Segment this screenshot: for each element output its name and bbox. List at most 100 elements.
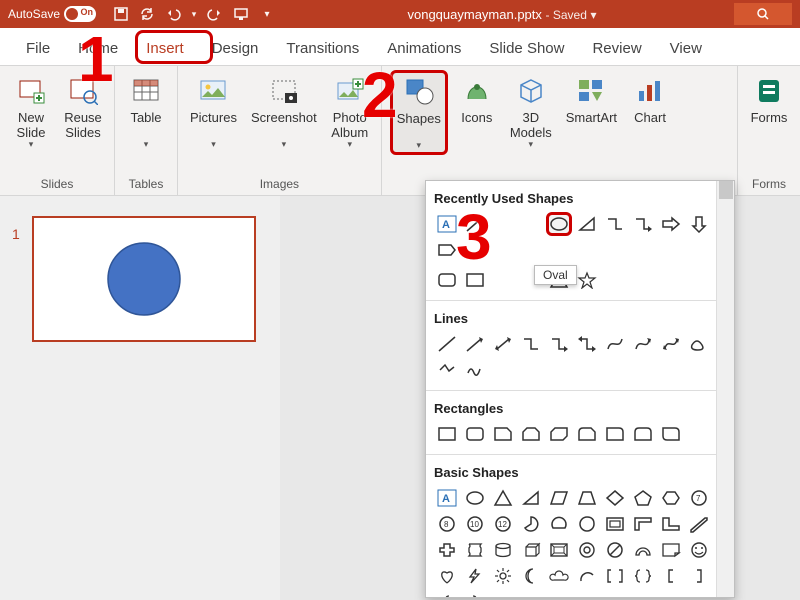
basic-trapezoid[interactable]	[574, 486, 600, 510]
basic-folded-corner[interactable]	[658, 538, 684, 562]
basic-left-brace[interactable]	[434, 590, 460, 598]
shape-rounded-rect[interactable]	[434, 268, 460, 292]
autosave-toggle[interactable]: On	[64, 6, 96, 22]
basic-left-bracket[interactable]	[658, 564, 684, 588]
rect-rounded[interactable]	[462, 422, 488, 446]
undo-dropdown-icon[interactable]: ▾	[190, 5, 198, 23]
line-freeform-closed[interactable]	[686, 332, 712, 356]
tab-animations[interactable]: Animations	[373, 34, 475, 65]
basic-donut[interactable]	[574, 538, 600, 562]
basic-teardrop[interactable]	[574, 512, 600, 536]
basic-brace-pair[interactable]	[630, 564, 656, 588]
rect-round2[interactable]	[630, 422, 656, 446]
basic-oval[interactable]	[462, 486, 488, 510]
basic-plus[interactable]	[434, 538, 460, 562]
chart-button[interactable]: Chart	[627, 70, 673, 125]
basic-plaque[interactable]	[462, 538, 488, 562]
basic-lshape[interactable]	[658, 512, 684, 536]
basic-bracket-pair[interactable]	[602, 564, 628, 588]
basic-blockarc[interactable]	[630, 538, 656, 562]
3d-models-button[interactable]: 3D Models▾	[506, 70, 556, 149]
shape-star[interactable]	[574, 268, 600, 292]
shape-right-triangle[interactable]	[574, 212, 600, 236]
basic-parallelogram[interactable]	[546, 486, 572, 510]
line-arrow[interactable]	[462, 332, 488, 356]
slide-thumbnail-pane[interactable]	[0, 196, 280, 600]
slide-thumbnail-1[interactable]	[32, 216, 256, 342]
sync-icon[interactable]	[138, 5, 156, 23]
undo-icon[interactable]	[164, 5, 182, 23]
tab-file[interactable]: File	[12, 34, 64, 65]
basic-cube[interactable]	[518, 538, 544, 562]
tab-transitions[interactable]: Transitions	[272, 34, 373, 65]
line-elbow[interactable]	[518, 332, 544, 356]
basic-pie[interactable]	[518, 512, 544, 536]
basic-heptagon[interactable]: 7	[686, 486, 712, 510]
tab-review[interactable]: Review	[578, 34, 655, 65]
search-box[interactable]	[734, 3, 792, 25]
line-curve[interactable]	[602, 332, 628, 356]
line-scribble[interactable]	[462, 358, 488, 382]
basic-diagonal-stripe[interactable]	[686, 512, 712, 536]
basic-textbox[interactable]: A	[434, 486, 460, 510]
basic-right-bracket[interactable]	[686, 564, 712, 588]
basic-heart[interactable]	[434, 564, 460, 588]
line-plain[interactable]	[434, 332, 460, 356]
line-curve-double[interactable]	[658, 332, 684, 356]
rect-snip2[interactable]	[518, 422, 544, 446]
qat-customize-icon[interactable]: ▾	[258, 5, 276, 23]
rect-rounddiag[interactable]	[658, 422, 684, 446]
forms-button[interactable]: Forms	[746, 70, 792, 125]
basic-can[interactable]	[490, 538, 516, 562]
shape-rectangle[interactable]	[462, 268, 488, 292]
line-elbow-arrow[interactable]	[546, 332, 572, 356]
basic-lightning[interactable]	[462, 564, 488, 588]
pictures-button[interactable]: Pictures▾	[186, 70, 241, 149]
shape-block-arrow-right[interactable]	[658, 212, 684, 236]
basic-dodecagon[interactable]: 12	[490, 512, 516, 536]
smartart-button[interactable]: SmartArt	[562, 70, 621, 125]
basic-pentagon[interactable]	[630, 486, 656, 510]
save-icon[interactable]	[112, 5, 130, 23]
tab-home[interactable]: Home	[64, 34, 132, 65]
basic-bevel[interactable]	[546, 538, 572, 562]
redo-icon[interactable]	[206, 5, 224, 23]
start-from-beginning-icon[interactable]	[232, 5, 250, 23]
rect-sniproundtop[interactable]	[574, 422, 600, 446]
basic-diamond[interactable]	[602, 486, 628, 510]
shape-connector-elbow-arrow[interactable]	[630, 212, 656, 236]
rect-round1[interactable]	[602, 422, 628, 446]
basic-nosymbol[interactable]	[602, 538, 628, 562]
basic-smiley[interactable]	[686, 538, 712, 562]
basic-hexagon[interactable]	[658, 486, 684, 510]
shape-line[interactable]	[462, 212, 488, 236]
line-double-arrow[interactable]	[490, 332, 516, 356]
tab-insert[interactable]: Insert	[132, 34, 198, 65]
new-slide-button[interactable]: New Slide▾	[8, 70, 54, 149]
line-freeform[interactable]	[434, 358, 460, 382]
basic-sun[interactable]	[490, 564, 516, 588]
basic-triangle[interactable]	[490, 486, 516, 510]
basic-arc[interactable]	[574, 564, 600, 588]
reuse-slides-button[interactable]: Reuse Slides	[60, 70, 106, 140]
scrollbar[interactable]	[716, 181, 734, 597]
shapes-button[interactable]: Shapes▾	[390, 70, 448, 155]
shape-block-arrow-down[interactable]	[686, 212, 712, 236]
basic-decagon[interactable]: 10	[462, 512, 488, 536]
screenshot-button[interactable]: Screenshot▾	[247, 70, 321, 149]
basic-frame[interactable]	[602, 512, 628, 536]
basic-cloud[interactable]	[546, 564, 572, 588]
shape-pentagon-arrow[interactable]	[434, 238, 460, 262]
line-elbow-double[interactable]	[574, 332, 600, 356]
tab-slideshow[interactable]: Slide Show	[475, 34, 578, 65]
rect-snipdiag[interactable]	[546, 422, 572, 446]
basic-moon[interactable]	[518, 564, 544, 588]
icons-button[interactable]: Icons	[454, 70, 500, 125]
basic-octagon[interactable]: 8	[434, 512, 460, 536]
shape-oval[interactable]	[546, 212, 572, 236]
photo-album-button[interactable]: Photo Album▾	[327, 70, 373, 149]
tab-design[interactable]: Design	[198, 34, 273, 65]
line-curve-arrow[interactable]	[630, 332, 656, 356]
basic-rt-triangle[interactable]	[518, 486, 544, 510]
shape-connector-elbow[interactable]	[602, 212, 628, 236]
